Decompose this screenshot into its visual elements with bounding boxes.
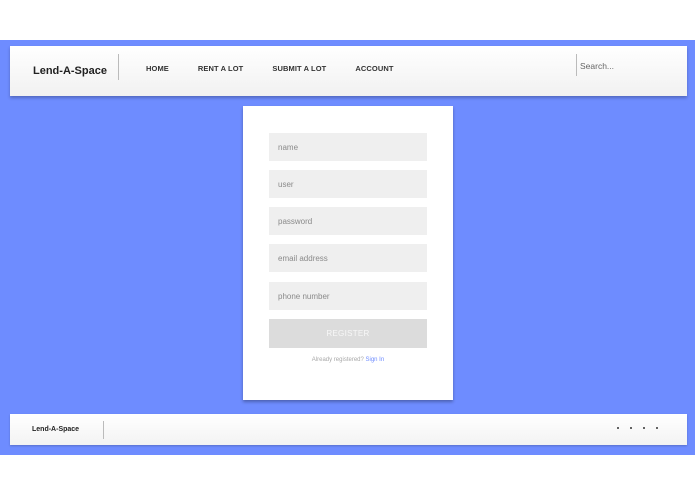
footer-dots-menu[interactable]	[617, 427, 669, 429]
main-nav: HOME RENT A LOT SUBMIT A LOT ACCOUNT	[146, 64, 423, 73]
page-background: Lend-A-Space HOME RENT A LOT SUBMIT A LO…	[0, 40, 695, 455]
brand-divider	[118, 54, 119, 80]
top-navbar: Lend-A-Space HOME RENT A LOT SUBMIT A LO…	[10, 46, 687, 96]
footer-brand: Lend-A-Space	[32, 426, 80, 433]
footer: Lend-A-Space	[10, 414, 687, 445]
signin-prompt: Already registered?	[311, 357, 364, 363]
register-card: REGISTER Already registered? Sign In	[243, 106, 453, 400]
user-field[interactable]	[269, 170, 427, 198]
footer-divider	[103, 421, 104, 439]
search-divider	[576, 54, 577, 76]
phone-field[interactable]	[269, 282, 427, 310]
nav-account[interactable]: ACCOUNT	[355, 64, 393, 73]
search-input[interactable]	[580, 59, 680, 73]
nav-rent-a-lot[interactable]: RENT A LOT	[198, 64, 243, 73]
email-field[interactable]	[269, 244, 427, 272]
signin-message: Already registered? Sign In	[243, 357, 453, 363]
footer-dot-icon	[643, 427, 645, 429]
name-field[interactable]	[269, 133, 427, 161]
password-field[interactable]	[269, 207, 427, 235]
nav-home[interactable]: HOME	[146, 64, 169, 73]
footer-dot-icon	[656, 427, 658, 429]
brand-logo[interactable]: Lend-A-Space	[33, 61, 107, 81]
footer-dot-icon	[630, 427, 632, 429]
register-button[interactable]: REGISTER	[269, 319, 427, 348]
footer-dot-icon	[617, 427, 619, 429]
nav-submit-a-lot[interactable]: SUBMIT A LOT	[272, 64, 326, 73]
signin-link[interactable]: Sign In	[366, 357, 385, 363]
